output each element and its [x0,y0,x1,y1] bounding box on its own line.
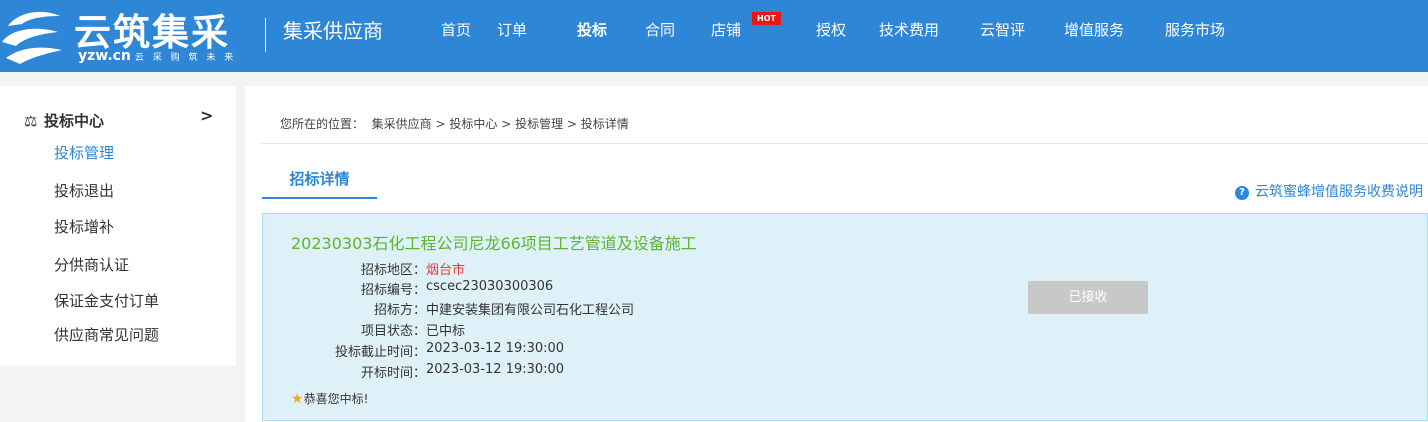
tender-region-label: 招标地区： [360,263,426,278]
breadcrumb-divider [261,143,1428,144]
breadcrumb-supplier[interactable]: 集采供应商 [372,117,432,131]
sidebar-item-supplier-faq[interactable]: 供应商常见问题 [54,324,159,345]
project-status-value: 已中标 [426,324,466,339]
bid-deadline-label: 投标截止时间： [334,345,426,360]
sidebar-item-deposit-payment-orders[interactable]: 保证金支付订单 [54,290,159,311]
tender-number-value: cscec23030300306 [426,279,554,294]
tender-number-label: 招标编号： [360,283,426,298]
brand-name: 集采供应商 [283,19,383,43]
sidebar: ⚖ 投标中心 > 投标管理 投标退出 投标增补 分供商认证 保证金支付订单 供应商… [0,86,236,366]
question-icon: ? [1235,186,1249,200]
top-navigation-bar: 云筑集采 yzw.cn 云 采 购 筑 未 来 集采供应商 首页 订单 投标 合同… [0,0,1428,72]
logo-domain: yzw.cn [78,48,131,64]
tendering-party-value: 中建安装集团有限公司石化工程公司 [426,303,635,318]
logo-tagline: 云 采 购 筑 未 来 [134,53,237,63]
win-notice: ★恭喜您中标! [291,390,368,407]
breadcrumb-prefix: 您所在的位置： [280,117,365,131]
project-status-label: 项目状态： [360,324,426,339]
nav-authorization[interactable]: 授权 [816,19,846,40]
nav-service-market[interactable]: 服务市场 [1165,19,1225,40]
logo-subtitle: yzw.cn 云 采 购 筑 未 来 [78,48,236,64]
tender-region-value: 烟台市 [426,263,466,278]
header-divider [265,18,266,52]
sidebar-item-bid-supplement[interactable]: 投标增补 [54,216,114,237]
gavel-icon: ⚖ [24,112,38,130]
nav-orders[interactable]: 订单 [497,19,527,40]
hot-badge: HOT [752,12,781,25]
breadcrumb: 您所在的位置： 集采供应商 > 投标中心 > 投标管理 > 投标详情 [280,117,629,131]
logo[interactable]: 云筑集采 yzw.cn 云 采 购 筑 未 来 [0,0,250,72]
sidebar-title-label: 投标中心 [44,112,105,130]
breadcrumb-bid-details: 投标详情 [580,117,629,131]
tab-tender-details[interactable]: 招标详情 [262,165,377,199]
bid-opening-value: 2023-03-12 19:30:00 [426,362,565,377]
cloud-logo-icon [2,11,62,64]
help-link-label: 云筑蜜蜂增值服务收费说明 [1255,184,1423,200]
nav-tech-fees[interactable]: 技术费用 [879,19,939,40]
tender-title[interactable]: 20230303石化工程公司尼龙66项目工艺管道及设备施工 [291,230,697,254]
nav-contracts[interactable]: 合同 [645,19,675,40]
sidebar-title[interactable]: ⚖ 投标中心 [24,110,104,131]
sidebar-item-subcontractor-certification[interactable]: 分供商认证 [54,254,129,275]
chevron-right-icon[interactable]: > [200,106,213,125]
nav-value-added-services[interactable]: 增值服务 [1064,19,1124,40]
tender-card: 20230303石化工程公司尼龙66项目工艺管道及设备施工 招标地区： 烟台市 招… [262,213,1428,421]
received-status-button: 已接收 [1028,281,1148,314]
sidebar-item-bid-withdrawal[interactable]: 投标退出 [54,180,114,201]
nav-cloud-evaluation[interactable]: 云智评 [980,19,1025,40]
tendering-party-label: 招标方： [373,303,426,318]
value-added-fees-link[interactable]: ? 云筑蜜蜂增值服务收费说明 [1235,181,1423,201]
star-icon: ★ [291,391,304,407]
nav-home[interactable]: 首页 [441,19,471,40]
nav-store[interactable]: 店铺 [711,19,741,40]
win-notice-text: 恭喜您中标! [303,392,369,406]
nav-bidding[interactable]: 投标 [577,19,607,40]
breadcrumb-bid-management[interactable]: 投标管理 [515,117,563,131]
bid-deadline-value: 2023-03-12 19:30:00 [426,341,565,356]
sidebar-item-bid-management[interactable]: 投标管理 [54,142,114,163]
main-content: 您所在的位置： 集采供应商 > 投标中心 > 投标管理 > 投标详情 招标详情 … [245,86,1428,422]
bid-opening-label: 开标时间： [360,366,426,381]
breadcrumb-bid-center[interactable]: 投标中心 [449,117,497,131]
